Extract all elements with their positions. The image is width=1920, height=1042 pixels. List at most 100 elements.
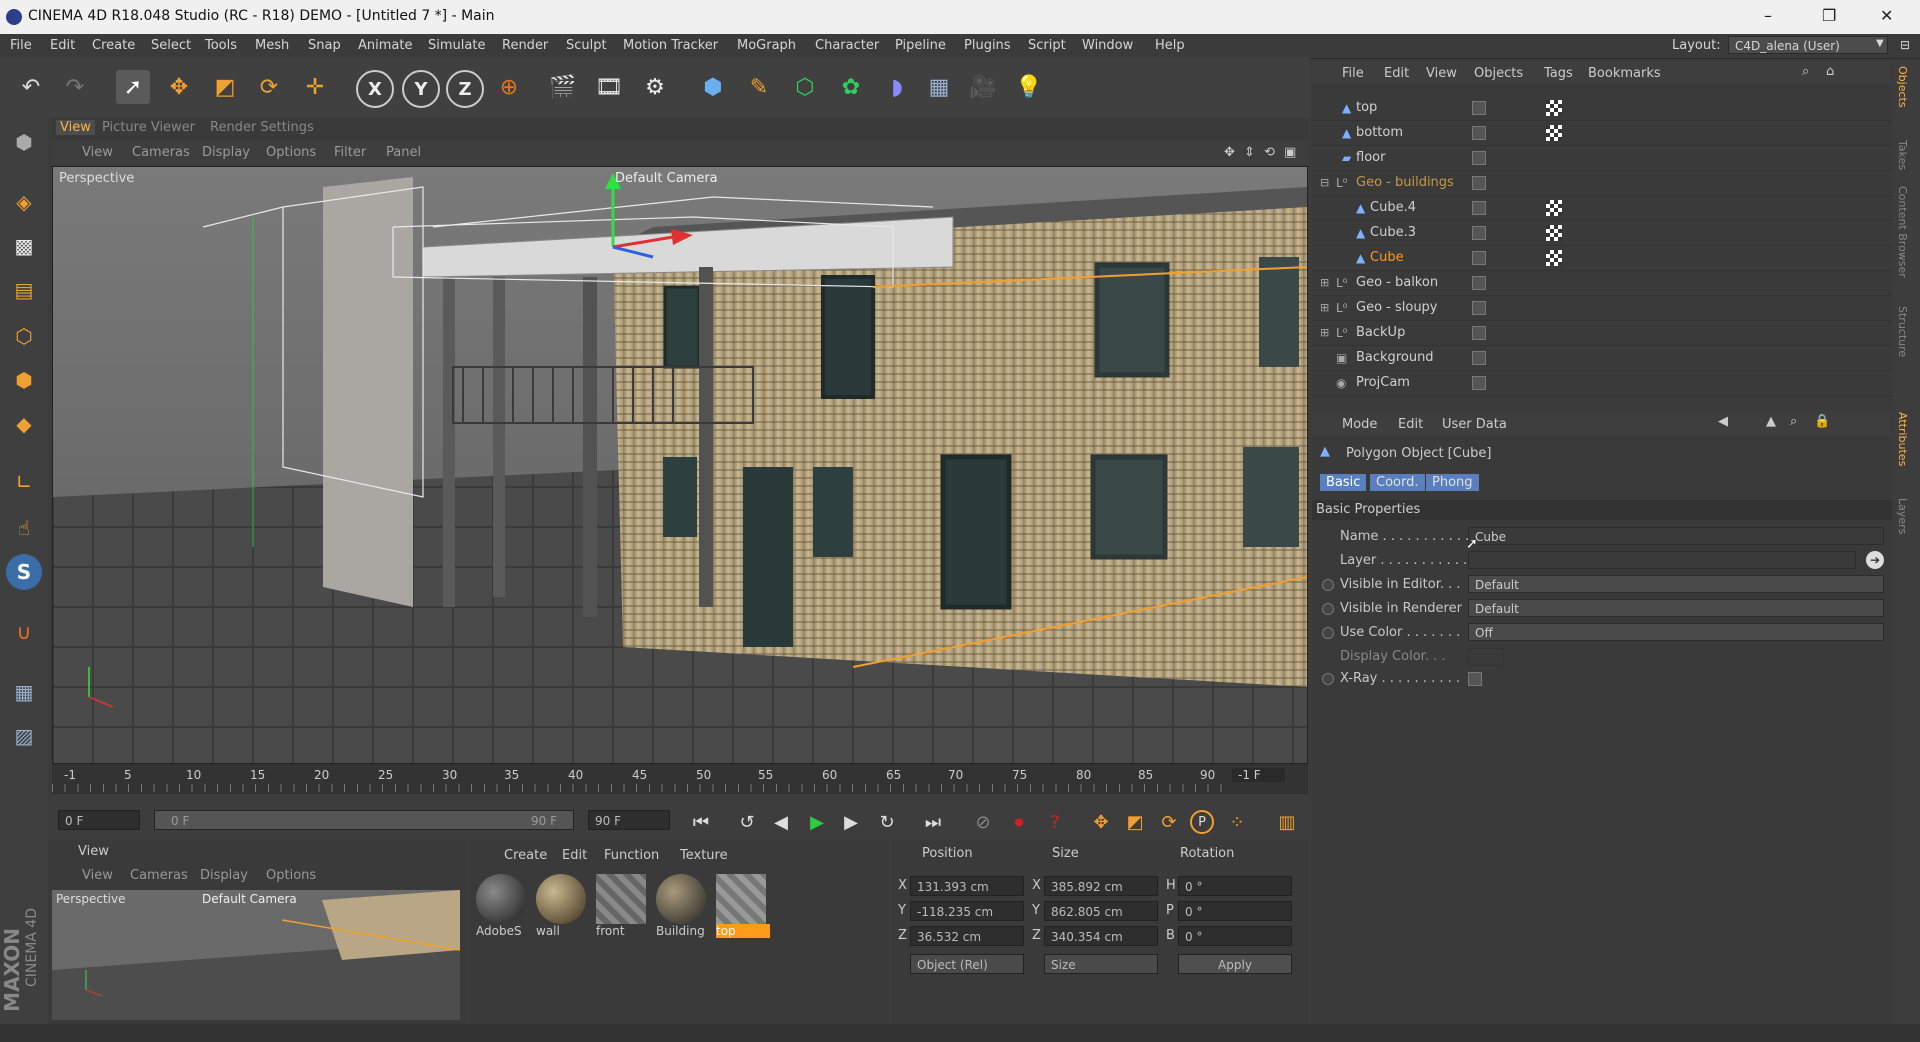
tab-picture-viewer[interactable]: Picture Viewer [102,120,195,135]
pos-z-field[interactable]: 36.532 cm [910,926,1024,946]
material-swatch-selected[interactable]: top [716,874,770,946]
layer-field[interactable] [1468,551,1856,569]
viewport-menu-filter[interactable]: Filter [334,145,366,160]
layout-select[interactable]: C4D_alena (User) [1728,36,1888,54]
menu-file[interactable]: File [10,38,32,53]
secondary-viewport[interactable]: Perspective Default Camera [52,890,460,1020]
layout-chevron-down-icon[interactable]: ▼ [1876,38,1884,49]
model-mode-icon[interactable]: ◈ [6,184,42,220]
rot-p-field[interactable]: 0 ° [1178,901,1292,921]
size-x-field[interactable]: 385.892 cm [1044,876,1158,896]
visibility-toggle[interactable] [1472,326,1486,340]
texture-tag-icon[interactable] [1546,100,1562,116]
coordinate-mode-select[interactable]: Object (Rel) [910,954,1024,974]
obj-menu-objects[interactable]: Objects [1474,66,1523,81]
menu-tools[interactable]: Tools [205,38,237,53]
attr-menu-edit[interactable]: Edit [1398,417,1423,432]
record-icon[interactable]: ⏺ [1006,810,1032,834]
key-rotation-icon[interactable]: ⟳ [1156,810,1182,834]
obj-menu-view[interactable]: View [1426,66,1457,81]
viewport-menu-view[interactable]: View [82,145,113,160]
tab-coord[interactable]: Coord. [1370,474,1425,491]
tweak-icon[interactable]: ☝ [6,510,42,546]
menu-select[interactable]: Select [151,38,191,53]
redo-icon[interactable]: ↷ [58,70,92,104]
vtab-objects[interactable]: Objects [1896,66,1909,108]
play-icon[interactable]: ▶ [804,810,830,834]
visibility-toggle[interactable] [1472,226,1486,240]
cloner-icon[interactable]: ✿ [834,70,868,104]
visibility-toggle[interactable] [1472,251,1486,265]
visibility-toggle[interactable] [1472,176,1486,190]
menu-character[interactable]: Character [815,38,879,53]
expand-icon[interactable]: ⊞ [1320,301,1332,314]
vtab-attributes[interactable]: Attributes [1896,412,1909,466]
render-settings-icon[interactable]: ⚙ [638,70,672,104]
object-row[interactable]: ▰ floor [1312,146,1892,171]
material-menu-edit[interactable]: Edit [562,848,587,863]
use-color-select[interactable]: Off [1468,623,1884,641]
obj-menu-bookmarks[interactable]: Bookmarks [1588,66,1661,81]
viewport-menu-panel[interactable]: Panel [386,145,421,160]
previous-frame-icon[interactable]: ◀ [768,810,794,834]
expand-icon[interactable]: ⊞ [1320,276,1332,289]
menu-help[interactable]: Help [1155,38,1185,53]
go-to-start-icon[interactable]: ⏮ [688,810,714,834]
apply-button[interactable]: Apply [1178,954,1292,974]
next-frame-icon[interactable]: ▶ [838,810,864,834]
secondary-viewport-camera[interactable]: Default Camera [202,892,297,906]
secondary-menu-options[interactable]: Options [266,868,316,883]
visible-editor-select[interactable]: Default [1468,575,1884,593]
rotate-icon[interactable]: ⟳ [252,70,286,104]
object-row-selected[interactable]: ▲ Cube [1312,246,1892,271]
cube-icon[interactable]: ⬢ [696,70,730,104]
material-swatch[interactable]: front [596,874,650,946]
select-icon[interactable]: ➚ [116,70,150,104]
secondary-menu-display[interactable]: Display [200,868,248,883]
visibility-toggle[interactable] [1472,351,1486,365]
layer-picker-icon[interactable]: ➔ [1866,551,1884,569]
obj-menu-tags[interactable]: Tags [1544,66,1573,81]
layout-lock-icon[interactable]: ⊟ [1900,38,1910,52]
attr-menu-mode[interactable]: Mode [1342,417,1377,432]
size-z-field[interactable]: 340.354 cm [1044,926,1158,946]
vtab-structure[interactable]: Structure [1896,306,1909,357]
vtab-content-browser[interactable]: Content Browser [1896,186,1909,278]
object-row[interactable]: ▲ Cube.3 [1312,221,1892,246]
tab-phong[interactable]: Phong [1426,474,1479,491]
next-key-icon[interactable]: ↻ [874,810,900,834]
animation-radio[interactable] [1322,673,1334,685]
visibility-toggle[interactable] [1472,376,1486,390]
texture-tag-icon[interactable] [1546,225,1562,241]
animation-radio[interactable] [1322,627,1334,639]
floor-icon[interactable]: ▦ [922,70,956,104]
z-axis-icon[interactable]: Z [446,70,484,108]
points-mode-icon[interactable]: ⬡ [6,318,42,354]
menu-script[interactable]: Script [1028,38,1066,53]
minimize-button[interactable]: – [1764,6,1772,25]
solo-icon[interactable]: S [6,554,42,590]
visibility-toggle[interactable] [1472,301,1486,315]
menu-window[interactable]: Window [1082,38,1133,53]
menu-render[interactable]: Render [502,38,548,53]
menu-motion-tracker[interactable]: Motion Tracker [623,38,718,53]
size-y-field[interactable]: 862.805 cm [1044,901,1158,921]
autokey-off-icon[interactable]: ⊘ [970,810,996,834]
undo-icon[interactable]: ↶ [14,70,48,104]
obj-menu-file[interactable]: File [1342,66,1364,81]
key-scale-icon[interactable]: ◩ [1122,810,1148,834]
menu-create[interactable]: Create [92,38,135,53]
material-menu-create[interactable]: Create [504,848,547,863]
obj-home-icon[interactable]: ⌂ [1826,64,1834,79]
timeline-ruler[interactable]: -1 5 10 15 20 25 30 35 40 45 50 55 60 65… [52,764,1308,794]
obj-search-icon[interactable]: ⌕ [1802,64,1809,79]
go-to-end-icon[interactable]: ⏭ [920,810,946,834]
object-row[interactable]: ⊞ L⁰ Geo - sloupy [1312,296,1892,321]
make-editable-icon[interactable]: ⬢ [6,124,42,160]
back-arrow-icon[interactable]: ◀ [1718,414,1728,429]
magnet-icon[interactable]: ∪ [6,614,42,650]
menu-pipeline[interactable]: Pipeline [895,38,946,53]
viewport-move-icon[interactable]: ✥ [1224,145,1235,160]
material-swatch[interactable]: AdobeS [476,874,530,946]
pos-y-field[interactable]: -118.235 cm [910,901,1024,921]
